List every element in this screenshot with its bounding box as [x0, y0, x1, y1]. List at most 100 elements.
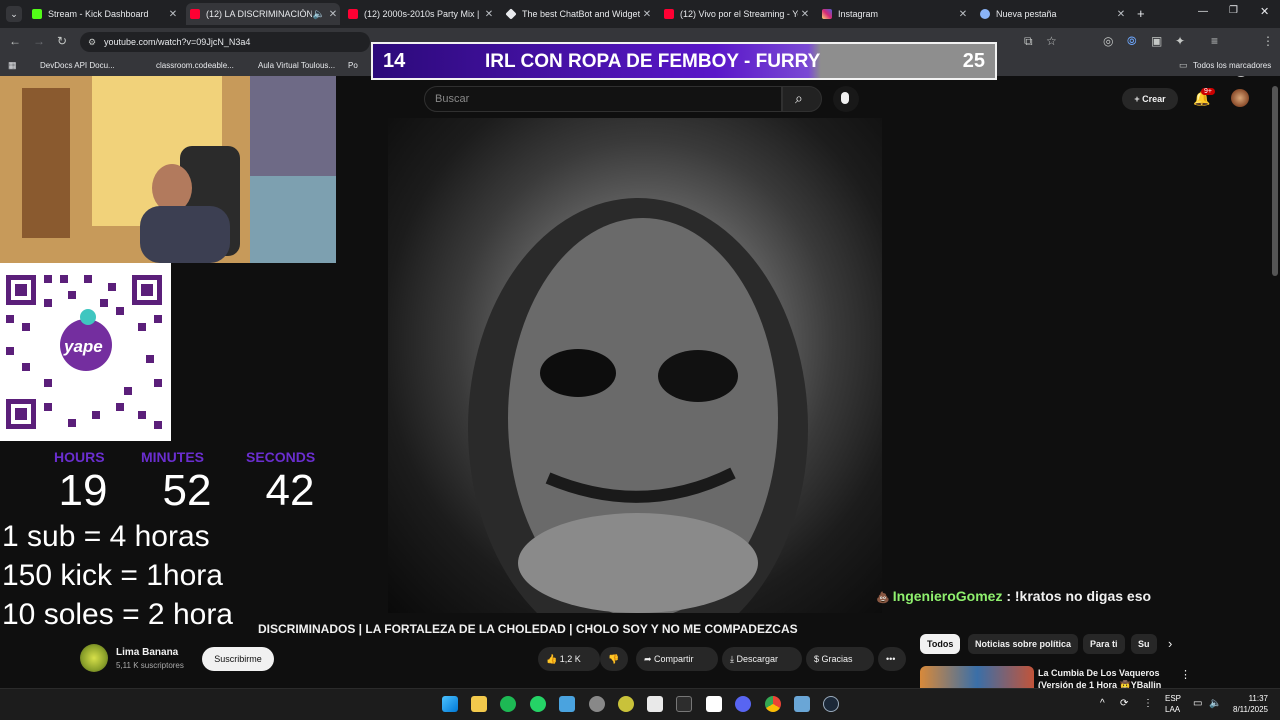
chip-todos[interactable]: Todos	[920, 634, 961, 654]
rule-sub: 1 sub = 4 horas	[2, 520, 210, 553]
close-tab-icon[interactable]: ✕	[956, 9, 970, 20]
tray-sync-icon[interactable]: ⟳	[1120, 698, 1128, 709]
app-window-icon[interactable]	[794, 696, 810, 712]
page-scrollbar[interactable]	[1272, 86, 1278, 276]
extension-screen-icon[interactable]: ▣	[1151, 34, 1162, 48]
network-icon[interactable]: ▭	[1193, 698, 1202, 709]
video-player[interactable]	[388, 118, 882, 613]
file-explorer-icon[interactable]	[471, 696, 487, 712]
speaker-icon[interactable]: 🔈	[312, 9, 326, 20]
extension-icon[interactable]: ◎	[1103, 34, 1113, 48]
channel-avatar[interactable]	[80, 644, 108, 672]
extension-audio-icon[interactable]: ⦾	[1127, 34, 1137, 49]
create-button[interactable]: + Crear	[1122, 88, 1178, 110]
notifications-button[interactable]: 🔔 9+	[1193, 88, 1215, 108]
close-tab-icon[interactable]: ✕	[1114, 9, 1128, 20]
close-tab-icon[interactable]: ✕	[326, 9, 340, 20]
language-code[interactable]: ESP	[1165, 694, 1181, 703]
media-controls-icon[interactable]: ≡	[1211, 34, 1218, 48]
bookmark-classroom[interactable]: classroom.codeable...	[156, 61, 234, 70]
clock-date[interactable]: 8/11/2025	[1226, 705, 1268, 714]
bookmark-star-icon[interactable]: ☆	[1046, 34, 1057, 48]
subscribe-button[interactable]: Suscribirme	[202, 647, 274, 671]
folder-icon: ▭	[1179, 60, 1188, 70]
tab-title: (12) Vivo por el Streaming - Yo	[680, 9, 798, 19]
windows-start-icon[interactable]	[442, 696, 458, 712]
tab-instagram[interactable]: Instagram ✕	[818, 3, 970, 25]
tab-title: (12) LA DISCRIMINACIÓN D	[206, 9, 312, 19]
close-tab-icon[interactable]: ✕	[640, 9, 654, 20]
account-avatar[interactable]	[1231, 89, 1249, 107]
close-tab-icon[interactable]: ✕	[798, 9, 812, 20]
site-info-icon[interactable]: ⚙	[88, 32, 96, 52]
more-actions-button[interactable]: •••	[878, 647, 906, 671]
webcam-feed	[0, 76, 336, 263]
tab-vivo-streaming[interactable]: (12) Vivo por el Streaming - Yo ✕	[660, 3, 812, 25]
thanks-button[interactable]: $ Gracias	[806, 647, 874, 671]
clock-time[interactable]: 11:37	[1226, 694, 1268, 703]
bookmark-aula-virtual[interactable]: Aula Virtual Toulous...	[258, 61, 335, 70]
chip-noticias[interactable]: Noticias sobre política	[968, 634, 1079, 654]
close-tab-icon[interactable]: ✕	[482, 9, 496, 20]
terminal-icon[interactable]	[676, 696, 692, 712]
url-field[interactable]: ⚙ youtube.com/watch?v=09JjcN_N3a4	[80, 32, 370, 52]
install-icon[interactable]: ⧉	[1024, 34, 1033, 49]
voice-search-button[interactable]	[833, 86, 859, 112]
tray-mic-icon[interactable]: ⋮	[1143, 698, 1153, 709]
more-menu-icon[interactable]: ⋮	[1262, 34, 1274, 48]
instagram-icon	[822, 9, 832, 19]
close-tab-icon[interactable]: ✕	[166, 9, 180, 20]
bookmark-po[interactable]: Po	[348, 61, 358, 70]
chrome-icon[interactable]	[765, 696, 781, 712]
language-layout: LAA	[1165, 705, 1181, 714]
photos-icon[interactable]	[559, 696, 575, 712]
bookmark-devdocs[interactable]: DevDocs API Docu...	[40, 61, 115, 70]
capcut-icon[interactable]	[706, 696, 722, 712]
close-window-icon[interactable]: ✕	[1260, 5, 1269, 18]
spotify-icon[interactable]	[500, 696, 516, 712]
share-button[interactable]: ➦ Compartir	[636, 647, 718, 671]
recommended-thumbnail[interactable]	[920, 666, 1034, 688]
recommended-title-line2: (Versión de 1 Hora 🤠YBallin	[1038, 680, 1162, 688]
channel-name[interactable]: Lima Banana	[116, 647, 178, 658]
app-swirl-icon[interactable]	[589, 696, 605, 712]
app-yellow-icon[interactable]	[618, 696, 634, 712]
new-tab-icon[interactable]: +	[1137, 6, 1145, 21]
like-button[interactable]: 👍 1,2 K	[538, 647, 600, 671]
recommended-menu-icon[interactable]: ⋮	[1180, 668, 1191, 681]
dislike-button[interactable]: 👎	[600, 647, 628, 671]
tray-chevron-icon[interactable]: ^	[1100, 698, 1105, 709]
tab-nueva-pestana[interactable]: Nueva pestaña ✕	[976, 3, 1128, 25]
all-bookmarks[interactable]: Todos los marcadores	[1193, 61, 1271, 70]
tab-party-mix[interactable]: (12) 2000s-2010s Party Mix | - Y ✕	[344, 3, 496, 25]
steam-icon[interactable]	[823, 696, 839, 712]
back-icon[interactable]: ←	[9, 34, 21, 48]
banner-left-counter: 14	[383, 50, 406, 72]
chip-para-ti[interactable]: Para ti	[1083, 634, 1125, 654]
whatsapp-icon[interactable]	[530, 696, 546, 712]
browser-tab-bar: ⌄ Stream - Kick Dashboard ✕ (12) LA DISC…	[0, 0, 1280, 28]
share-label: Compartir	[654, 654, 694, 664]
extensions-puzzle-icon[interactable]: ✦	[1175, 34, 1185, 48]
minimize-icon[interactable]: —	[1198, 6, 1208, 17]
app-doc-icon[interactable]	[647, 696, 663, 712]
volume-icon[interactable]: 🔈	[1209, 698, 1221, 709]
tab-chatbot-widgets[interactable]: The best ChatBot and Widgets ✕	[502, 3, 654, 25]
download-button[interactable]: ⤓ Descargar	[722, 647, 802, 671]
tab-discriminacion[interactable]: (12) LA DISCRIMINACIÓN D 🔈 ✕	[186, 3, 340, 25]
tab-list-icon[interactable]: ⌄	[6, 6, 22, 22]
chip-su[interactable]: Su	[1131, 634, 1157, 654]
chevron-right-icon[interactable]: ›	[1168, 636, 1172, 651]
apps-grid-icon[interactable]: ▦	[8, 60, 17, 71]
restore-icon[interactable]: ❐	[1229, 5, 1238, 16]
discord-icon[interactable]	[735, 696, 751, 712]
reload-icon[interactable]: ↻	[57, 34, 67, 48]
tab-title: Instagram	[838, 9, 879, 19]
search-input[interactable]: Buscar	[424, 86, 782, 112]
yape-qr-code: yape	[0, 263, 171, 441]
video-frame-face	[468, 198, 808, 613]
tab-kick-dashboard[interactable]: Stream - Kick Dashboard ✕	[28, 3, 180, 25]
recommended-title[interactable]: La Cumbia De Los Vaqueros	[1038, 668, 1160, 678]
search-button[interactable]: ⌕	[782, 86, 822, 112]
forward-icon[interactable]: →	[33, 34, 45, 48]
